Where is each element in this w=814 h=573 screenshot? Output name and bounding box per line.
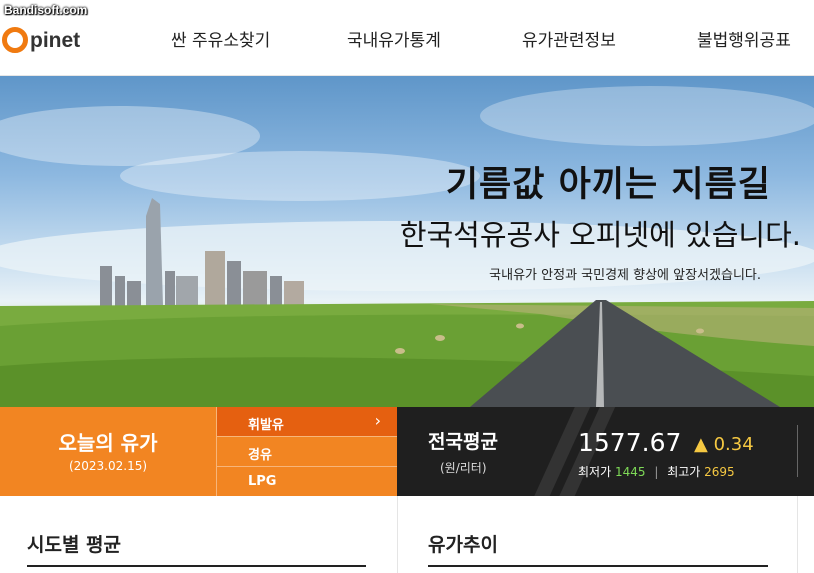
hero-title: 기름값 아끼는 지름길 (445, 165, 771, 205)
nav-illegal-disclosure[interactable]: 불법행위공표 (697, 26, 791, 51)
max-price-label: 최고가 (667, 465, 701, 479)
price-trend-title: 유가추이 (428, 534, 498, 556)
hero-banner: 기름값 아끼는 지름길 한국석유공사 오피넷에 있습니다. 국내유가 안정과 국… (0, 76, 814, 407)
price-change-value: 0.34 (713, 434, 754, 455)
nav-cheap-station[interactable]: 싼 주유소찾기 (171, 26, 270, 51)
max-price-value: 2695 (704, 465, 735, 479)
national-average-price: 1577.67 (578, 428, 682, 457)
section-divider (397, 496, 398, 573)
tab-diesel-label: 경유 (248, 448, 272, 463)
tab-gasoline-label: 휘발유 (248, 418, 284, 433)
tab-gasoline[interactable]: 휘발유 › (216, 407, 397, 436)
min-price-label: 최저가 (578, 465, 612, 479)
min-price-value: 1445 (614, 465, 646, 479)
fuel-type-tabs: 휘발유 › 경유 LPG (216, 407, 397, 496)
panel-divider (797, 425, 798, 477)
separator: | (654, 465, 659, 479)
triangle-up-icon: ▲ (694, 434, 708, 455)
national-average-unit: (원/리터) (440, 461, 487, 475)
national-average-panel: 전국평균 (원/리터) 1577.67 ▲ 0.34 최저가 1445 | 최고… (397, 407, 814, 496)
watermark: Bandisoft.com (4, 3, 88, 17)
regional-average-title: 시도별 평균 (27, 534, 122, 556)
today-price-panel: 오늘의 유가 (2023.02.15) (0, 407, 216, 496)
hero-tagline: 국내유가 안정과 국민경제 향상에 앞장서겠습니다. (489, 268, 761, 283)
tab-diesel[interactable]: 경유 (216, 436, 397, 466)
today-price-title: 오늘의 유가 (58, 431, 158, 455)
price-trend-underline (428, 565, 768, 567)
section-divider-right (797, 496, 798, 573)
nav-domestic-stats[interactable]: 국내유가통계 (347, 26, 441, 51)
regional-average-underline (27, 565, 366, 567)
price-change: ▲ 0.34 (694, 434, 754, 455)
tab-lpg-label: LPG (248, 474, 277, 489)
main-nav: 싼 주유소찾기 국내유가통계 유가관련정보 불법행위공표 (0, 26, 814, 52)
tab-lpg[interactable]: LPG (216, 466, 397, 496)
hero-subtitle: 한국석유공사 오피넷에 있습니다. (399, 218, 801, 252)
chevron-right-icon: › (374, 411, 381, 430)
min-max-prices: 최저가 1445 | 최고가 2695 (578, 463, 735, 480)
site-header: Bandisoft.com pinet 싼 주유소찾기 국내유가통계 유가관련정… (0, 0, 814, 76)
national-average-title: 전국평균 (428, 431, 498, 453)
nav-price-info[interactable]: 유가관련정보 (522, 26, 616, 51)
today-price-date: (2023.02.15) (68, 459, 148, 473)
